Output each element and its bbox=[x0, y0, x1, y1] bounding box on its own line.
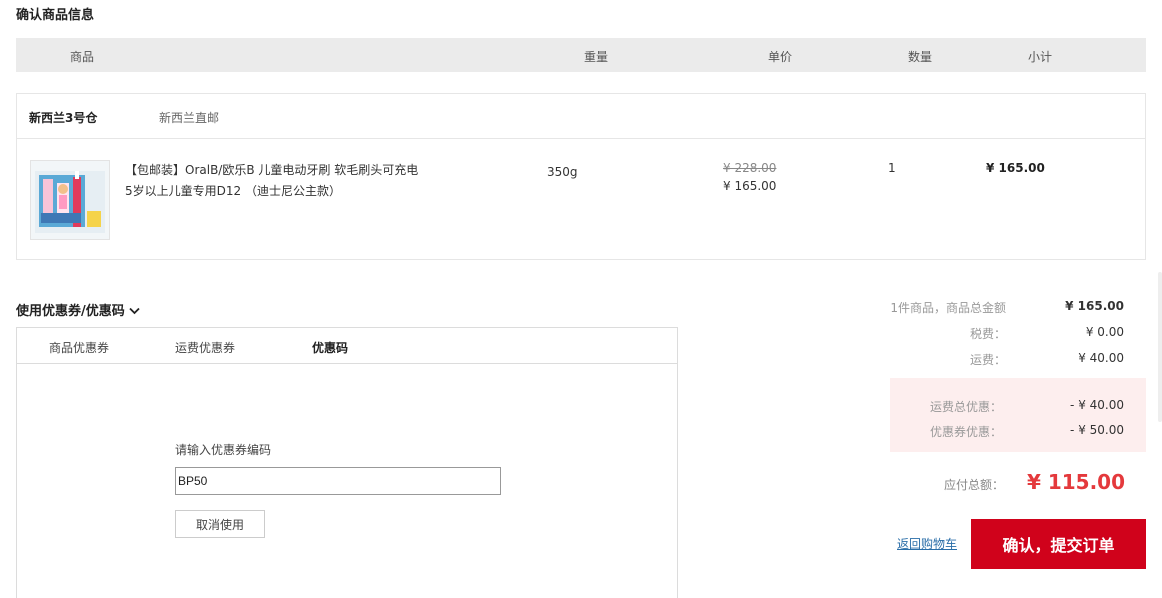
coupon-discount-label: 优惠券优惠： bbox=[929, 425, 1002, 439]
scrollbar[interactable] bbox=[1158, 272, 1162, 422]
product-weight: 350g bbox=[547, 165, 578, 179]
goods-total-value: ¥ 165.00 bbox=[1065, 299, 1124, 313]
shipping-discount-label: 运费总优惠： bbox=[929, 400, 1002, 414]
coupon-code-label: 请输入优惠券编码 bbox=[175, 443, 272, 457]
header-weight: 重量 bbox=[584, 50, 609, 64]
total-label: 应付总额： bbox=[943, 478, 1004, 492]
discount-box: 运费总优惠： - ¥ 40.00 优惠券优惠： - ¥ 50.00 bbox=[890, 378, 1146, 452]
header-product: 商品 bbox=[70, 50, 95, 64]
toothbrush-product-image[interactable] bbox=[30, 160, 110, 240]
tab-coupon-code[interactable]: 优惠码 bbox=[312, 339, 348, 356]
coupon-panel: 商品优惠券 运费优惠券 优惠码 请输入优惠券编码 取消使用 bbox=[16, 327, 678, 598]
shipping-discount-value: - ¥ 40.00 bbox=[1070, 398, 1124, 412]
coupon-section-toggle[interactable]: 使用优惠券/优惠码 bbox=[16, 300, 140, 319]
page-title: 确认商品信息 bbox=[16, 8, 95, 23]
product-table-header: 商品 重量 单价 数量 小计 bbox=[16, 38, 1146, 72]
warehouse-name: 新西兰3号仓 bbox=[29, 111, 98, 125]
shipping-method: 新西兰直邮 bbox=[159, 111, 220, 125]
coupon-code-input[interactable] bbox=[175, 467, 501, 495]
chevron-down-icon bbox=[129, 304, 140, 319]
back-to-cart-link[interactable]: 返回购物车 bbox=[897, 535, 957, 552]
tab-product-coupon[interactable]: 商品优惠券 bbox=[49, 339, 109, 356]
header-unit-price: 单价 bbox=[768, 50, 793, 64]
product-image-graphic bbox=[31, 161, 109, 239]
item-quantity: 1 bbox=[888, 161, 896, 175]
shipping-label: 运费： bbox=[969, 353, 1006, 367]
order-item-box: 新西兰3号仓 新西兰直邮 【包邮装】OralB/欧乐B 儿童电动牙刷 软毛刷头可… bbox=[16, 93, 1146, 260]
product-name-link[interactable]: 【包邮装】OralB/欧乐B 儿童电动牙刷 软毛刷头可充电 5岁以上儿童专用D1… bbox=[125, 160, 425, 202]
shipping-value: ¥ 40.00 bbox=[1078, 351, 1124, 365]
header-quantity: 数量 bbox=[908, 50, 933, 64]
tax-value: ¥ 0.00 bbox=[1085, 325, 1124, 339]
original-price: ¥ 228.00 bbox=[723, 161, 777, 175]
item-subtotal: ¥ 165.00 bbox=[986, 161, 1045, 175]
warehouse-row: 新西兰3号仓 新西兰直邮 bbox=[17, 94, 1145, 139]
tab-shipping-coupon[interactable]: 运费优惠券 bbox=[175, 339, 235, 356]
goods-total-label: 1件商品，商品总金额 bbox=[890, 301, 1006, 315]
current-price: ¥ 165.00 bbox=[723, 179, 777, 193]
coupon-discount-value: - ¥ 50.00 bbox=[1070, 423, 1124, 437]
coupon-section-title: 使用优惠券/优惠码 bbox=[16, 304, 125, 319]
cancel-coupon-button[interactable]: 取消使用 bbox=[175, 510, 265, 538]
header-subtotal: 小计 bbox=[1028, 50, 1053, 64]
submit-order-button[interactable]: 确认，提交订单 bbox=[971, 519, 1146, 569]
tax-label: 税费： bbox=[969, 327, 1006, 341]
total-value: ¥ 115.00 bbox=[1026, 470, 1125, 494]
coupon-tabs: 商品优惠券 运费优惠券 优惠码 bbox=[17, 328, 677, 364]
